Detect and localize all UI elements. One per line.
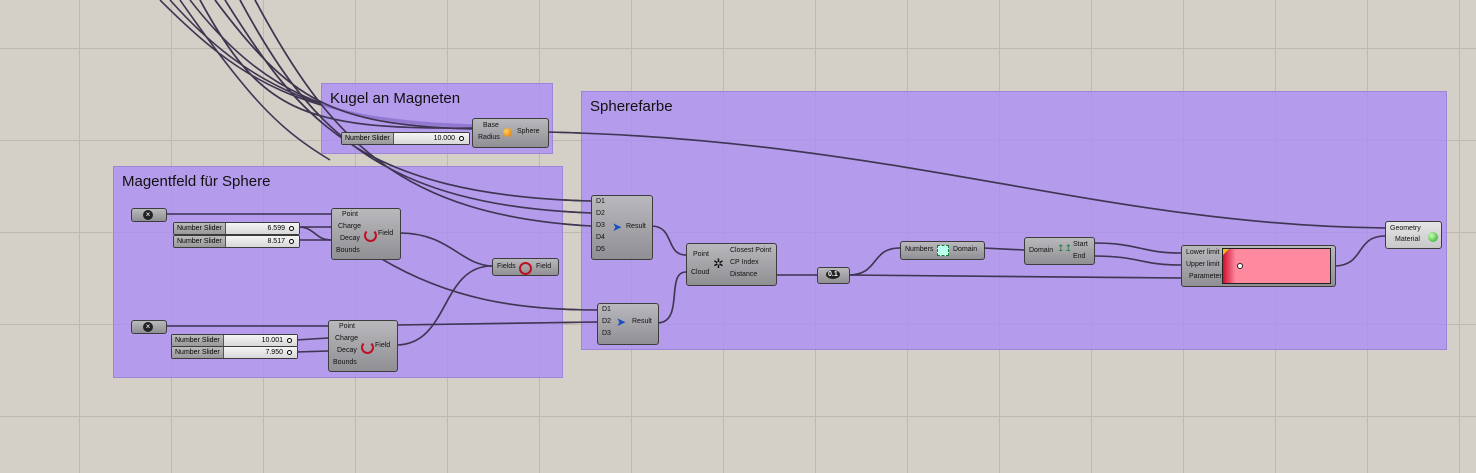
bounds-icon [937, 245, 949, 256]
decay-slider-2[interactable]: Number Slider 7.950 [171, 346, 298, 359]
input-material[interactable]: Material [1395, 236, 1420, 243]
slider-knob[interactable] [287, 338, 292, 343]
output-field[interactable]: Field [378, 230, 393, 237]
number-value: 0.1 [826, 270, 840, 279]
magnet-icon [364, 229, 377, 242]
merge-icon: ➤ [612, 220, 623, 234]
slider-label: Number Slider [174, 223, 226, 234]
input-d1[interactable]: D1 [596, 198, 605, 205]
input-d3[interactable]: D3 [596, 222, 605, 229]
slider-label: Number Slider [342, 133, 394, 144]
input-charge[interactable]: Charge [335, 335, 358, 342]
decay-slider-1[interactable]: Number Slider 8.517 [173, 235, 300, 248]
input-point[interactable]: Point [342, 211, 358, 218]
output-start[interactable]: Start [1073, 241, 1088, 248]
slider-knob[interactable] [459, 136, 464, 141]
input-bounds[interactable]: Bounds [333, 359, 357, 366]
slider-track[interactable]: 10.001 [223, 335, 297, 346]
closest-point-icon: ✲ [713, 256, 724, 271]
slider-label: Number Slider [174, 236, 226, 247]
output-cp-index[interactable]: CP Index [730, 259, 759, 266]
slider-track[interactable]: 6.599 [225, 223, 299, 234]
merge-fields-icon [519, 262, 532, 275]
input-point[interactable]: Point [339, 323, 355, 330]
input-point[interactable]: Point [693, 251, 709, 258]
input-bounds[interactable]: Bounds [336, 247, 360, 254]
merge-component-1[interactable]: D1 D2 D3 D4 D5 ➤ Result [591, 195, 653, 260]
point-charge-1[interactable]: Point Charge Decay Bounds Field [331, 208, 401, 260]
input-base[interactable]: Base [483, 122, 499, 129]
merge-icon: ➤ [616, 315, 627, 329]
closest-point-component[interactable]: Point Cloud ✲ Closest Point CP Index Dis… [686, 243, 777, 286]
custom-preview[interactable]: Geometry Material [1385, 221, 1442, 249]
gradient-grip[interactable] [1237, 263, 1243, 269]
input-d4[interactable]: D4 [596, 234, 605, 241]
deconstruct-domain-icon: ↥↥ [1057, 243, 1073, 253]
gradient-preview[interactable] [1222, 248, 1331, 284]
slider-knob[interactable] [287, 350, 292, 355]
slider-track[interactable]: 7.950 [223, 347, 297, 358]
input-cloud[interactable]: Cloud [691, 269, 709, 276]
charge-slider-1[interactable]: Number Slider 6.599 [173, 222, 300, 235]
input-decay[interactable]: Decay [337, 347, 357, 354]
gradient-preset-icon[interactable] [1223, 249, 1229, 255]
input-radius[interactable]: Radius [478, 134, 500, 141]
output-field[interactable]: Field [375, 342, 390, 349]
input-domain[interactable]: Domain [1029, 247, 1053, 254]
deconstruct-domain[interactable]: Domain ↥↥ Start End [1024, 237, 1095, 265]
slider-value: 7.950 [265, 349, 283, 356]
output-closest-point[interactable]: Closest Point [730, 247, 771, 254]
radius-slider[interactable]: Number Slider 10.000 [341, 132, 470, 145]
preview-icon [1428, 232, 1438, 242]
input-lower-limit[interactable]: Lower limit [1186, 249, 1219, 256]
point-param-2[interactable]: × [131, 320, 167, 334]
slider-track[interactable]: 8.517 [225, 236, 299, 247]
output-sphere[interactable]: Sphere [517, 128, 540, 135]
slider-value: 8.517 [267, 238, 285, 245]
slider-knob[interactable] [289, 226, 294, 231]
input-geometry[interactable]: Geometry [1390, 225, 1421, 232]
point-icon: × [143, 210, 153, 220]
magnet-icon [361, 341, 374, 354]
slider-value: 6.599 [267, 225, 285, 232]
input-upper-limit[interactable]: Upper limit [1186, 261, 1219, 268]
output-distance[interactable]: Distance [730, 271, 757, 278]
input-parameter[interactable]: Parameter [1189, 273, 1222, 280]
input-charge[interactable]: Charge [338, 223, 361, 230]
bounds-component[interactable]: Numbers Domain [900, 241, 985, 260]
output-result[interactable]: Result [626, 223, 646, 230]
output-domain[interactable]: Domain [953, 246, 977, 253]
sphere-component[interactable]: Base Radius Sphere [472, 118, 549, 148]
slider-knob[interactable] [289, 239, 294, 244]
output-field[interactable]: Field [536, 263, 551, 270]
gradient-component[interactable]: Lower limit Upper limit Parameter [1181, 245, 1336, 287]
input-d1[interactable]: D1 [602, 306, 611, 313]
input-fields[interactable]: Fields [497, 263, 516, 270]
slider-label: Number Slider [172, 335, 224, 346]
slider-track[interactable]: 10.000 [393, 133, 469, 144]
merge-component-2[interactable]: D1 D2 D3 ➤ Result [597, 303, 659, 345]
output-end[interactable]: End [1073, 253, 1085, 260]
point-param-1[interactable]: × [131, 208, 167, 222]
slider-value: 10.000 [433, 135, 455, 142]
sphere-icon [503, 128, 512, 137]
input-d5[interactable]: D5 [596, 246, 605, 253]
point-charge-2[interactable]: Point Charge Decay Bounds Field [328, 320, 398, 372]
input-d3[interactable]: D3 [602, 330, 611, 337]
input-decay[interactable]: Decay [340, 235, 360, 242]
input-numbers[interactable]: Numbers [905, 246, 933, 253]
point-icon: × [143, 322, 153, 332]
number-param[interactable]: 0.1 [817, 267, 850, 284]
slider-value: 10.001 [261, 337, 283, 344]
input-d2[interactable]: D2 [602, 318, 611, 325]
input-d2[interactable]: D2 [596, 210, 605, 217]
merge-fields[interactable]: Fields Field [492, 258, 559, 276]
slider-label: Number Slider [172, 347, 224, 358]
output-result[interactable]: Result [632, 318, 652, 325]
